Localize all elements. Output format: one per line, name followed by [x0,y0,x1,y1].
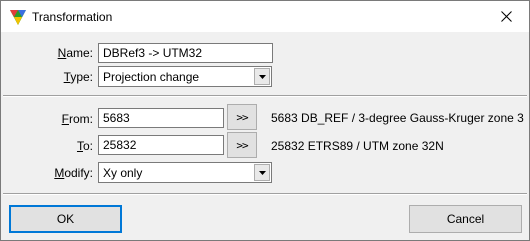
from-browse-button[interactable]: >> [227,104,257,130]
name-label: Name: [57,46,93,60]
from-input[interactable]: 5683 [98,108,224,128]
modify-dropdown-button[interactable] [254,164,270,181]
to-description: 25832 ETRS89 / UTM zone 32N [271,139,444,153]
divider [3,95,527,97]
type-select[interactable]: Projection change [98,66,272,87]
type-label: Type: [63,70,93,84]
cancel-button[interactable]: Cancel [409,205,522,233]
divider [3,193,527,195]
to-label: To: [76,139,93,153]
to-input[interactable]: 25832 [98,135,224,155]
app-triangle-icon [10,10,26,25]
title-bar: Transformation [1,1,529,32]
chevron-down-icon [258,170,266,175]
type-select-value: Projection change [103,70,200,84]
ok-button[interactable]: OK [9,205,122,233]
window-title: Transformation [32,10,113,24]
from-description: 5683 DB_REF / 3-degree Gauss-Kruger zone… [271,111,524,125]
modify-select[interactable]: Xy only [98,162,272,183]
modify-label: Modify: [54,166,93,180]
close-icon [500,11,512,22]
chevron-down-icon [258,74,266,79]
modify-select-value: Xy only [103,166,143,180]
from-label: From: [61,112,93,126]
transformation-dialog: Transformation Name: DBRef3 -> UTM32 Typ… [0,0,530,241]
to-browse-button[interactable]: >> [227,132,257,158]
name-input[interactable]: DBRef3 -> UTM32 [98,43,273,63]
close-button[interactable] [483,1,529,32]
type-dropdown-button[interactable] [254,68,270,85]
